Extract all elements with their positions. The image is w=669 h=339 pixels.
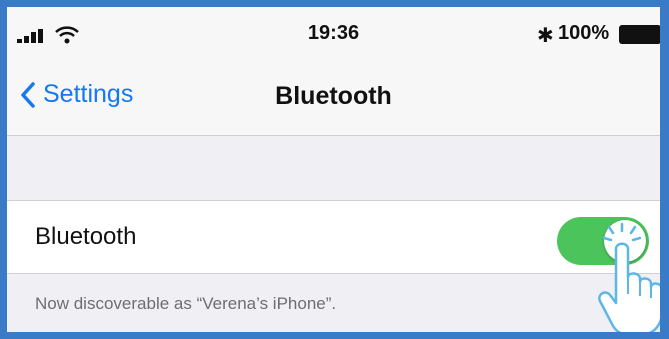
screenshot-frame: 19:36 ✱ 100% Settings Bluetooth Bluetoot…	[0, 0, 669, 339]
bluetooth-row-label: Bluetooth	[35, 223, 137, 250]
bluetooth-row: Bluetooth	[7, 201, 660, 274]
status-bar: 19:36 ✱ 100%	[7, 7, 660, 55]
section-spacer	[7, 136, 660, 201]
bluetooth-icon: ✱	[537, 25, 554, 47]
discoverable-text: Now discoverable as “Verena’s iPhone”.	[35, 294, 337, 313]
battery-tip	[661, 31, 664, 38]
tap-gesture-hand-icon	[598, 222, 660, 332]
navigation-bar: Settings Bluetooth	[7, 55, 660, 136]
battery-percent: 100%	[558, 22, 610, 44]
battery-full-icon	[619, 25, 660, 44]
page-title: Bluetooth	[275, 82, 392, 110]
section-footer: Now discoverable as “Verena’s iPhone”.	[7, 274, 660, 332]
